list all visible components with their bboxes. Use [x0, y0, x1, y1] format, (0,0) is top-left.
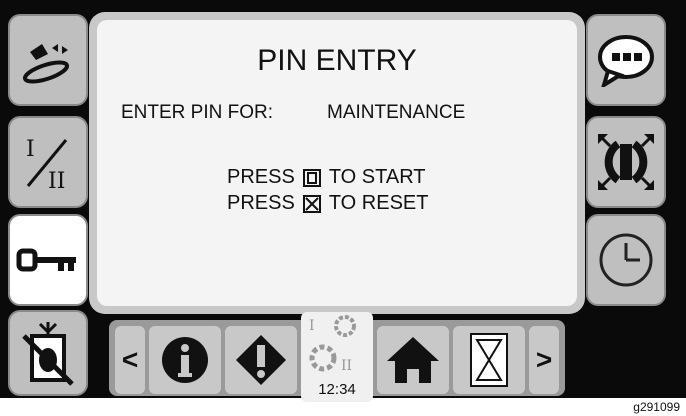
reset-action: TO RESET [328, 192, 429, 214]
pin-label: ENTER PIN FOR: [121, 102, 274, 123]
info-icon [162, 337, 208, 383]
clock-time: 12:34 [318, 381, 356, 398]
reset-instruction: PRESS TO RESET [227, 192, 428, 215]
page-title: PIN ENTRY [257, 44, 417, 77]
message-icon [598, 35, 654, 87]
figure-id: g291099 [633, 400, 680, 414]
start-action: TO START [328, 166, 426, 188]
next-button[interactable]: > [529, 326, 559, 394]
no-tamper-icon [22, 322, 74, 386]
hourglass-button[interactable] [453, 326, 525, 394]
key-button[interactable] [8, 214, 88, 306]
fullscreen-button[interactable] [586, 116, 666, 208]
prev-button[interactable]: < [115, 326, 145, 394]
key-icon [16, 248, 76, 272]
pin-target: MAINTENANCE [327, 102, 466, 123]
conveyor-button[interactable] [8, 14, 88, 106]
svg-text:I: I [309, 318, 315, 334]
reset-key-icon [302, 194, 321, 213]
svg-text:I: I [26, 137, 35, 162]
home-icon [387, 337, 439, 383]
svg-text:II: II [341, 358, 352, 374]
mode-switch-button[interactable]: I II [8, 116, 88, 208]
clock-button[interactable] [586, 214, 666, 306]
warning-icon [236, 335, 286, 385]
display-screen: I II PIN ENTRY ENTER PIN FOR: MAINTENANC… [0, 0, 686, 402]
main-panel: PIN ENTRY ENTER PIN FOR: MAINTENANCE PRE… [89, 12, 585, 314]
message-button[interactable] [586, 14, 666, 106]
press-word: PRESS [227, 166, 295, 188]
no-tamper-button[interactable] [8, 310, 88, 396]
pin-entry-content: PIN ENTRY ENTER PIN FOR: MAINTENANCE PRE… [97, 20, 577, 306]
home-button[interactable] [377, 326, 449, 394]
hourglass-icon [470, 333, 508, 387]
fullscreen-icon [598, 134, 654, 190]
conveyor-icon [22, 44, 70, 84]
clock-icon [599, 233, 653, 287]
next-arrow: > [535, 344, 553, 375]
warning-button[interactable] [225, 326, 297, 394]
settings-clock-button[interactable]: I II 12:34 [301, 312, 373, 402]
mode-switch-icon: I II [26, 137, 68, 192]
svg-text:II: II [48, 169, 65, 192]
prev-arrow: < [121, 344, 139, 375]
start-key-icon [302, 168, 321, 187]
start-instruction: PRESS TO START [227, 166, 426, 189]
info-button[interactable] [149, 326, 221, 394]
bottom-nav-bar: < I II 12:34 > [109, 312, 565, 402]
press-word: PRESS [227, 192, 295, 214]
